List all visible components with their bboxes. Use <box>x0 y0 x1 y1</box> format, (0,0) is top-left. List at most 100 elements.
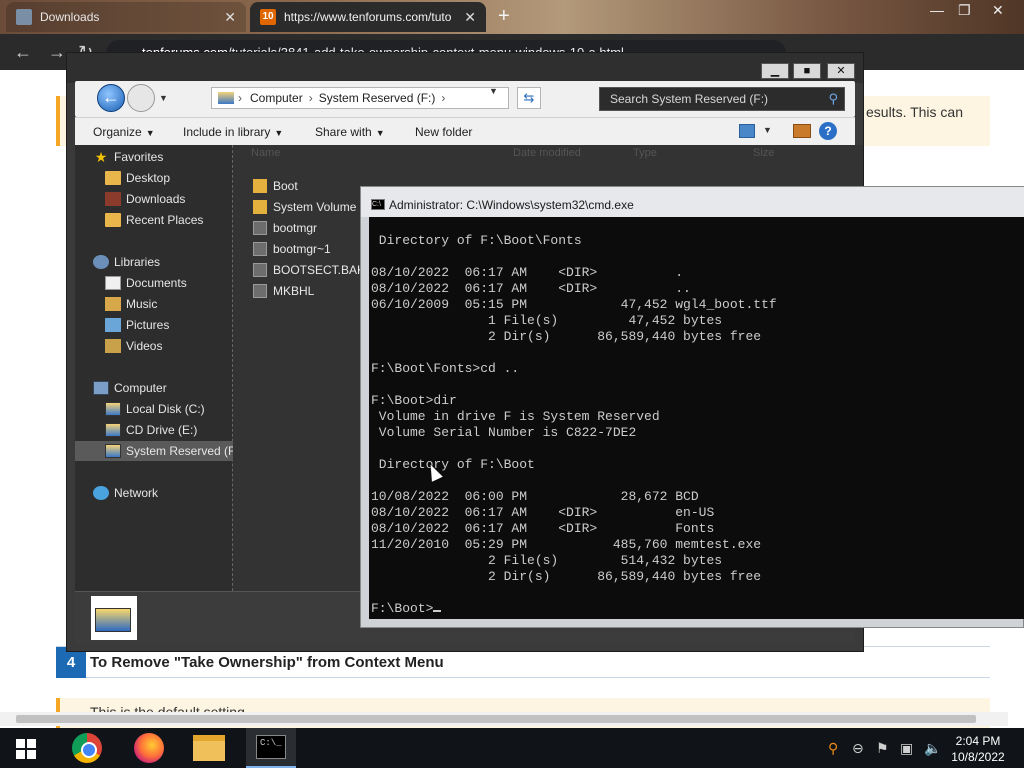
libraries-icon <box>93 255 109 269</box>
tab-tenforums[interactable]: 10 https://www.tenforums.com/tuto ✕ <box>250 2 486 32</box>
close-icon[interactable]: ✕ <box>992 2 1004 19</box>
nav-videos[interactable]: Videos <box>105 336 162 356</box>
file-item[interactable]: System Volume I <box>253 198 363 216</box>
back-button[interactable]: ← <box>97 84 125 112</box>
recent-places-icon <box>105 213 121 227</box>
nav-cd-drive-e[interactable]: CD Drive (E:) <box>105 420 197 440</box>
nav-libraries[interactable]: Libraries <box>93 252 160 272</box>
breadcrumb-computer[interactable]: Computer <box>250 91 303 105</box>
breadcrumb-chevron-icon: › <box>441 91 446 105</box>
step-title: To Remove "Take Ownership" from Context … <box>90 654 444 671</box>
taskbar-cmd[interactable]: C:\_ <box>246 728 296 768</box>
cmd-icon: C:\_ <box>256 735 286 759</box>
view-options-dropdown-icon[interactable]: ▼ <box>763 125 772 135</box>
restore-icon[interactable]: ❐ <box>958 2 971 19</box>
nav-computer[interactable]: Computer <box>93 378 167 398</box>
refresh-button[interactable]: ⇆ <box>517 87 541 109</box>
explorer-minimize-button[interactable]: ▁ <box>761 63 789 79</box>
nav-music[interactable]: Music <box>105 294 157 314</box>
new-tab-plus-icon[interactable]: + <box>498 6 510 26</box>
desktop-icon <box>105 171 121 185</box>
search-tray-icon[interactable]: ⚲ <box>828 740 838 757</box>
cmd-icon: C:\ <box>371 199 385 210</box>
nav-documents[interactable]: Documents <box>105 273 187 293</box>
nav-downloads[interactable]: Downloads <box>105 189 185 209</box>
taskbar-chrome[interactable] <box>62 728 112 768</box>
cmd-console[interactable]: Directory of F:\Boot\Fonts 08/10/2022 06… <box>369 217 1024 619</box>
cmd-titlebar: C:\ Administrator: C:\Windows\system32\c… <box>361 187 1024 217</box>
file-item[interactable]: Boot <box>253 177 298 195</box>
close-tab-icon[interactable]: ✕ <box>464 9 476 26</box>
videos-icon <box>105 339 121 353</box>
folder-icon <box>253 179 267 193</box>
back-arrow-icon[interactable]: ← <box>14 42 32 63</box>
taskbar-file-explorer[interactable] <box>184 728 234 768</box>
taskbar: C:\_ ⚲ ⊖ ⚑ ▣ 🔈 2:04 PM 10/8/2022 <box>0 728 1024 768</box>
start-windows-icon[interactable] <box>16 739 36 759</box>
breadcrumb-drive[interactable]: System Reserved (F:) <box>319 91 436 105</box>
file-icon <box>253 221 267 235</box>
drive-icon <box>218 92 234 104</box>
search-icon: ⚲ <box>828 91 838 106</box>
nav-recent-places[interactable]: Recent Places <box>105 210 203 230</box>
explorer-navigation-bar: ← ▼ › Computer › System Reserved (F:) › ▼ ⇆… <box>75 81 855 117</box>
taskbar-firefox[interactable] <box>124 728 174 768</box>
column-size[interactable]: Size <box>753 147 774 159</box>
nav-network[interactable]: Network <box>93 483 158 503</box>
preview-pane-icon[interactable] <box>793 124 811 138</box>
hint-text: esults. This can <box>866 104 964 120</box>
clock-time: 2:04 PM <box>955 734 1001 748</box>
column-date-modified[interactable]: Date modified <box>513 147 581 159</box>
file-item[interactable]: MKBHL <box>253 282 314 300</box>
column-name[interactable]: Name <box>251 147 280 159</box>
downloads-icon <box>105 192 121 206</box>
drive-large-icon <box>91 596 137 640</box>
tray-minus-icon[interactable]: ⊖ <box>852 740 864 757</box>
drive-icon <box>105 402 121 416</box>
drive-icon <box>105 444 121 458</box>
chrome-icon <box>72 733 102 763</box>
organize-button[interactable]: Organize ▼ <box>93 125 155 139</box>
volume-icon[interactable]: 🔈 <box>924 740 941 757</box>
column-type[interactable]: Type <box>633 147 657 159</box>
change-view-icon[interactable] <box>739 124 755 138</box>
action-center-flag-icon[interactable]: ⚑ <box>876 740 889 757</box>
share-with-button[interactable]: Share with ▼ <box>315 125 385 139</box>
cd-drive-icon <box>105 423 121 437</box>
new-folder-button[interactable]: New folder <box>415 125 472 139</box>
computer-icon <box>93 381 109 395</box>
recent-locations-dropdown-icon[interactable]: ▼ <box>159 93 168 103</box>
text-cursor <box>433 610 442 612</box>
cmd-output-lines: Directory of F:\Boot\Fonts 08/10/2022 06… <box>371 233 777 584</box>
network-tray-icon[interactable]: ▣ <box>900 740 913 757</box>
address-dropdown-icon[interactable]: ▼ <box>489 86 498 96</box>
forward-button[interactable] <box>127 84 155 112</box>
downloads-favicon-icon <box>16 9 32 25</box>
system-clock[interactable]: 2:04 PM 10/8/2022 <box>946 733 1010 765</box>
minimize-icon[interactable]: — <box>930 2 944 18</box>
search-placeholder: Search System Reserved (F:) <box>610 92 769 106</box>
clock-date: 10/8/2022 <box>951 750 1005 764</box>
file-item[interactable]: bootmgr~1 <box>253 240 331 258</box>
file-item[interactable]: BOOTSECT.BAK <box>253 261 365 279</box>
star-icon: ★ <box>94 149 108 165</box>
forward-arrow-icon[interactable]: → <box>48 42 66 63</box>
network-icon <box>93 486 109 500</box>
help-icon[interactable]: ? <box>819 122 837 140</box>
scrollbar-thumb[interactable] <box>16 715 976 723</box>
nav-favorites[interactable]: ★ Favorites <box>93 147 164 167</box>
explorer-search-input[interactable]: Search System Reserved (F:) ⚲ <box>599 87 845 111</box>
nav-local-disk-c[interactable]: Local Disk (C:) <box>105 399 205 419</box>
nav-desktop[interactable]: Desktop <box>105 168 170 188</box>
include-in-library-button[interactable]: Include in library ▼ <box>183 125 283 139</box>
close-tab-icon[interactable]: ✕ <box>224 9 236 26</box>
nav-system-reserved-f[interactable]: System Reserved (F:) <box>75 441 243 461</box>
explorer-address-bar[interactable]: › Computer › System Reserved (F:) › <box>211 87 509 109</box>
explorer-maximize-button[interactable]: ■ <box>793 63 821 79</box>
nav-pictures[interactable]: Pictures <box>105 315 169 335</box>
explorer-close-button[interactable]: ✕ <box>827 63 855 79</box>
horizontal-scrollbar[interactable] <box>0 712 1008 726</box>
tab-downloads[interactable]: Downloads ✕ <box>6 2 246 32</box>
file-item[interactable]: bootmgr <box>253 219 317 237</box>
browser-tab-strip: Downloads ✕ 10 https://www.tenforums.com… <box>0 0 1024 34</box>
